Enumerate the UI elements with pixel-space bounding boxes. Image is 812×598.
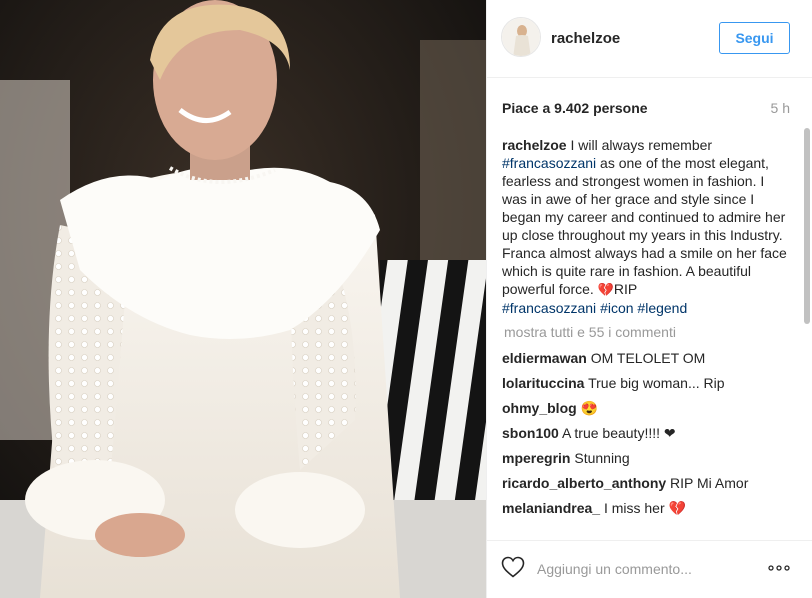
comment-username[interactable]: ohmy_blog [502,400,577,416]
heart-outline-icon[interactable] [501,556,525,578]
comment-text: True big woman... Rip [588,375,725,391]
comment-item: ricardo_alberto_anthony RIP Mi Amor [502,474,792,492]
more-options-icon[interactable] [767,561,791,575]
comment-text: Stunning [574,450,630,466]
comment-item: ohmy_blog 😍 [502,399,792,417]
post-time[interactable]: 5 h [771,100,790,116]
comment-item: eldiermawan OM TELOLET OM [502,349,792,367]
comment-username[interactable]: ricardo_alberto_anthony [502,475,666,491]
comment-text: A true beauty!!!! ❤ [561,425,676,441]
avatar-image [502,18,540,56]
comment-item: lolarituccina True big woman... Rip [502,374,792,392]
caption-text-2: as one of the most elegant, fearless and… [502,155,787,297]
add-comment-input[interactable] [537,558,737,580]
comments-list: rachelzoe I will always remember #franca… [502,136,792,538]
comment-text: OM TELOLET OM [590,350,706,366]
broken-heart-emoji: 💔 [597,282,614,297]
comment-item: mperegrin Stunning [502,449,792,467]
hashtag-francasozzani[interactable]: #francasozzani [502,155,596,171]
post-details-panel: rachelzoe Segui Piace a 9.402 persone 5 … [486,0,812,598]
follow-button[interactable]: Segui [719,22,790,54]
post-image [0,0,486,598]
comment-username[interactable]: melaniandrea_ [502,500,600,516]
comments-scrollbar[interactable] [802,128,812,538]
comment-username[interactable]: sbon100 [502,425,559,441]
post-photo[interactable] [0,0,486,598]
avatar[interactable] [501,17,541,57]
hashtag-icon[interactable]: #icon [600,300,633,316]
comment-item: melaniandrea_ I miss her 💔 [502,499,792,517]
comment-item: sbon100 A true beauty!!!! ❤ [502,424,792,442]
caption-username[interactable]: rachelzoe [502,137,567,153]
comment-username[interactable]: eldiermawan [502,350,587,366]
show-all-comments-link[interactable]: mostra tutti e 55 i commenti [504,323,792,341]
scrollbar-thumb[interactable] [804,128,810,324]
likes-count[interactable]: Piace a 9.402 persone [502,100,648,116]
post-footer [487,540,812,598]
caption: rachelzoe I will always remember #franca… [502,136,792,317]
header-username[interactable]: rachelzoe [551,30,620,47]
comment-text: I miss her 💔 [603,500,686,516]
comment-text: RIP Mi Amor [670,475,749,491]
caption-text-1: I will always remember [566,137,713,153]
caption-text-3: RIP [613,281,638,297]
hashtag-legend[interactable]: #legend [637,300,687,316]
post-header: rachelzoe Segui [487,0,812,78]
hashtag-francasozzani-2[interactable]: #francasozzani [502,300,596,316]
comment-username[interactable]: mperegrin [502,450,570,466]
comment-text: 😍 [580,400,598,416]
comment-username[interactable]: lolarituccina [502,375,584,391]
